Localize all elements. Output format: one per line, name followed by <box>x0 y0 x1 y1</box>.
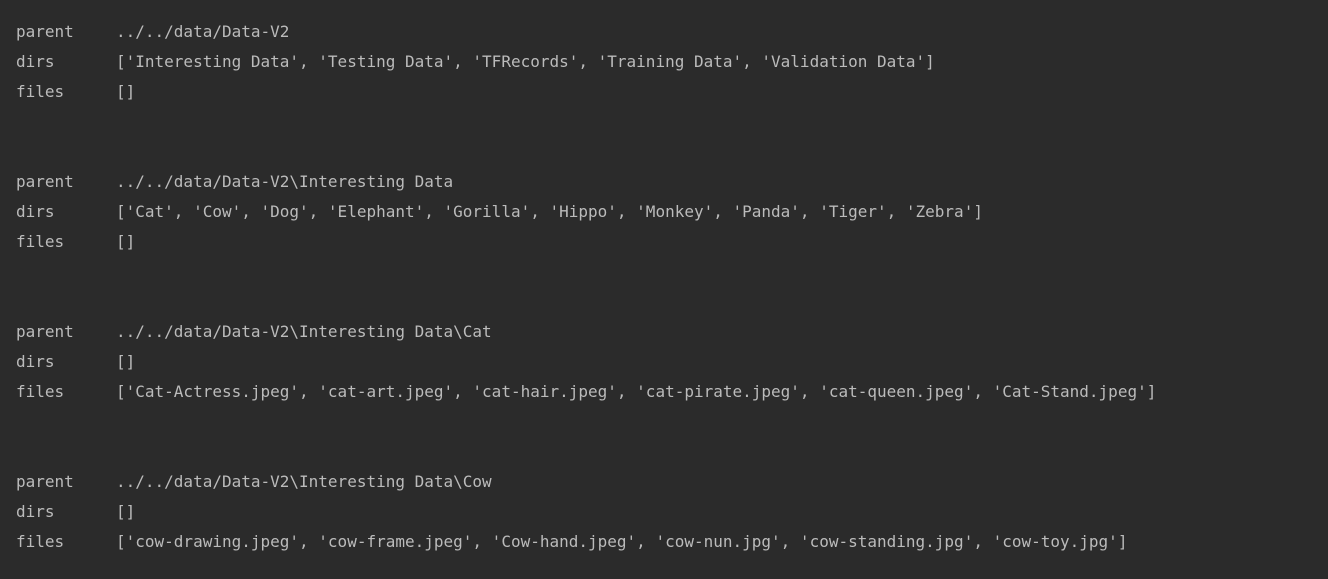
parent-line: parent ../../data/Data-V2\Interesting Da… <box>0 467 1328 497</box>
dirs-value: ['Cat', 'Cow', 'Dog', 'Elephant', 'Goril… <box>116 202 983 221</box>
dirs-label: dirs <box>16 52 55 71</box>
dirs-label: dirs <box>16 352 55 371</box>
parent-line: parent ../../data/Data-V2\Interesting Da… <box>0 167 1328 197</box>
walk-entry: parent ../../data/Data-V2\Interesting Da… <box>0 317 1328 407</box>
parent-label: parent <box>16 322 74 341</box>
dirs-label: dirs <box>16 502 55 521</box>
dirs-line: dirs ['Cat', 'Cow', 'Dog', 'Elephant', '… <box>0 197 1328 227</box>
parent-label: parent <box>16 472 74 491</box>
walk-entry: parent ../../data/Data-V2\Interesting Da… <box>0 467 1328 557</box>
files-line: files ['Cat-Actress.jpeg', 'cat-art.jpeg… <box>0 377 1328 407</box>
walk-entry: parent ../../data/Data-V2\Interesting Da… <box>0 167 1328 257</box>
files-value: ['Cat-Actress.jpeg', 'cat-art.jpeg', 'ca… <box>116 382 1157 401</box>
files-value: [] <box>116 232 136 251</box>
parent-value: ../../data/Data-V2\Interesting Data <box>116 172 454 191</box>
files-label: files <box>16 382 65 401</box>
dirs-value: [] <box>116 502 136 521</box>
files-line: files ['cow-drawing.jpeg', 'cow-frame.jp… <box>0 527 1328 557</box>
files-label: files <box>16 532 65 551</box>
files-value: [] <box>116 82 136 101</box>
parent-line: parent ../../data/Data-V2 <box>0 17 1328 47</box>
files-line: files [] <box>0 77 1328 107</box>
files-label: files <box>16 82 65 101</box>
files-label: files <box>16 232 65 251</box>
console-output: parent ../../data/Data-V2 dirs ['Interes… <box>0 0 1328 579</box>
dirs-label: dirs <box>16 202 55 221</box>
parent-label: parent <box>16 172 74 191</box>
files-value: ['cow-drawing.jpeg', 'cow-frame.jpeg', '… <box>116 532 1128 551</box>
parent-value: ../../data/Data-V2\Interesting Data\Cow <box>116 472 492 491</box>
parent-value: ../../data/Data-V2\Interesting Data\Cat <box>116 322 492 341</box>
dirs-value: [] <box>116 352 136 371</box>
files-line: files [] <box>0 227 1328 257</box>
dirs-line: dirs [] <box>0 347 1328 377</box>
parent-label: parent <box>16 22 74 41</box>
dirs-value: ['Interesting Data', 'Testing Data', 'TF… <box>116 52 935 71</box>
dirs-line: dirs [] <box>0 497 1328 527</box>
dirs-line: dirs ['Interesting Data', 'Testing Data'… <box>0 47 1328 77</box>
walk-entry: parent ../../data/Data-V2 dirs ['Interes… <box>0 17 1328 107</box>
parent-value: ../../data/Data-V2 <box>116 22 290 41</box>
parent-line: parent ../../data/Data-V2\Interesting Da… <box>0 317 1328 347</box>
